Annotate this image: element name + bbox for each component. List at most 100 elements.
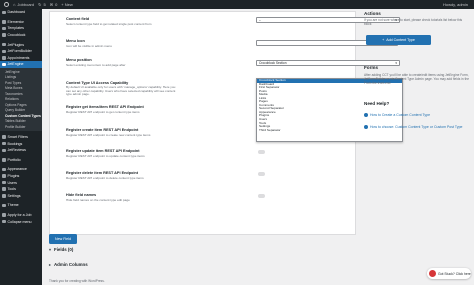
actions-text: If you are not sure where to start, plea… [364, 18, 463, 26]
update-endpoint-label: Register update item REST API Endpoint [66, 149, 140, 153]
create-endpoint-label: Register create item REST API Endpoint [66, 128, 139, 132]
templates-icon [2, 26, 6, 31]
menu-position-desc: Select existing menu item to add page af… [66, 63, 126, 67]
sidebar-item-theme[interactable]: Theme [0, 202, 42, 209]
comments-link[interactable]: ✉ 0 [50, 2, 58, 7]
collapse-icon [2, 219, 6, 224]
jetengine-icon [2, 62, 6, 67]
submenu-item-profile-builder[interactable]: Profile Builder [0, 124, 42, 130]
chat-icon [429, 270, 436, 277]
elementor-icon [2, 20, 6, 24]
forms-text: After adding CCT you'll be able to creat… [364, 73, 470, 85]
delete-endpoint-desc: Register REST API endpoint to delete con… [66, 176, 144, 180]
new-field-button[interactable]: New Field [49, 234, 77, 244]
updates-icon: ↻ [38, 2, 42, 7]
sidebar-item-crocoblock[interactable]: Crocoblock [0, 32, 42, 39]
updates-link[interactable]: ↻ 5 [38, 2, 46, 7]
crocoblock-icon [2, 33, 6, 37]
theme-icon [2, 203, 6, 208]
actions-title: Actions [364, 11, 381, 16]
sidebar-item-tools[interactable]: Tools [0, 186, 42, 193]
menu-position-label: Menu position [66, 58, 92, 62]
footer-text: Thank you for creating with WordPress. [49, 279, 105, 283]
sidebar-item-appearance[interactable]: Appearance [0, 166, 42, 173]
menu-position-value: Crocoblock Section [259, 60, 287, 65]
chevron-down-icon: ▾ [395, 60, 397, 65]
create-endpoint-desc: Register REST API endpoint to create new… [66, 133, 151, 137]
need-help-title: Need Help? [364, 101, 390, 106]
menu-position-select[interactable]: Crocoblock Section ▾ [256, 60, 400, 66]
forms-title: Forms [364, 65, 379, 70]
sidebar-item-templates[interactable]: Templates [0, 25, 42, 32]
apply-icon [2, 213, 6, 217]
users-icon [2, 180, 6, 185]
delete-endpoint-toggle[interactable] [258, 172, 265, 176]
filter-icon [2, 135, 6, 139]
content-type-settings-panel: Content field Select content type field … [49, 11, 403, 235]
content-field-label: Content field [66, 17, 90, 21]
wordpress-icon [4, 2, 9, 7]
menu-icon-desc: Icon will be visible in admin menu [66, 44, 112, 48]
jetplugins-icon [2, 42, 6, 47]
sidebar-item-portfolio[interactable]: Portfolio [0, 157, 42, 164]
plus-icon: + [382, 38, 385, 42]
sidebar-item-elementor[interactable]: Elementor [0, 19, 42, 26]
menu-icon-label: Menu Icon [66, 39, 85, 43]
sidebar-item-jetengine[interactable]: JetEngine [0, 61, 42, 68]
help-link-choose-cct-cpt[interactable]: How to choose: Custom Content Type or Cu… [364, 125, 472, 130]
home-icon: ⌂ [13, 2, 16, 7]
info-icon [364, 113, 368, 118]
sidebar-item-jetreviews[interactable]: JetReviews [0, 147, 42, 154]
hide-field-names-toggle[interactable] [258, 194, 265, 198]
admin-sidebar: Dashboard Elementor Templates Crocoblock… [0, 9, 42, 285]
plugin-icon [2, 174, 6, 178]
chevron-down-icon: ▾ [49, 247, 52, 252]
new-content-link[interactable]: + New [61, 2, 72, 7]
wordpress-logo[interactable] [4, 2, 9, 7]
add-content-type-button[interactable]: + Add Content Type [366, 35, 431, 45]
content-field-desc: Select content type field to get related… [66, 22, 152, 26]
sidebar-item-apply-for-job[interactable]: Apply for a Job [0, 212, 42, 219]
info-icon [364, 125, 368, 130]
brush-icon [2, 167, 6, 172]
sidebar-item-bookings[interactable]: Bookings [0, 140, 42, 147]
admin-columns-toggle[interactable]: ▸ Admin Columns [49, 262, 88, 267]
sidebar-item-dashboard[interactable]: Dashboard [0, 9, 42, 16]
portfolio-icon [2, 158, 6, 162]
access-capability-desc: By default UI available only for users w… [66, 85, 176, 97]
submenu-item-custom-content-types[interactable]: Custom Content Types [0, 113, 42, 119]
sidebar-item-jetformbuilder[interactable]: JetFormBuilder [0, 48, 42, 55]
settings-icon [2, 194, 6, 198]
jetengine-submenu: JetEngine Listings Post Types Meta Boxes… [0, 67, 42, 131]
wrench-icon [2, 187, 6, 191]
user-account-link[interactable]: Howdy, admin [443, 2, 468, 7]
comment-icon: ✉ [49, 2, 54, 7]
fields-section-title: Fields (0) [54, 247, 74, 252]
star-icon [2, 148, 6, 152]
sidebar-item-plugins[interactable]: Plugins [0, 173, 42, 180]
admin-bar: ⌂ Jobboard ↻ 5 ✉ 0 + New Howdy, admin [0, 0, 474, 9]
menu-position-dropdown: Crocoblock Section Dashboard First Separ… [256, 78, 403, 142]
admin-columns-title: Admin Columns [54, 262, 88, 267]
get-items-endpoint-desc: Register REST API endpoint to get conten… [66, 110, 140, 114]
hide-field-names-label: Hide field names [66, 193, 97, 197]
chevron-right-icon: ▸ [49, 262, 52, 267]
collapse-menu-button[interactable]: Collapse menu [0, 218, 42, 225]
dashboard-icon [2, 10, 6, 15]
select-placeholder: – [259, 18, 261, 22]
sidebar-item-settings[interactable]: Settings [0, 193, 42, 200]
site-name-link[interactable]: ⌂ Jobboard [13, 2, 34, 7]
update-endpoint-desc: Register REST API endpoint to update con… [66, 154, 145, 158]
sidebar-item-smart-filters[interactable]: Smart Filters [0, 134, 42, 141]
calendar-icon [2, 141, 6, 146]
chat-label: Got Stuck? Click here [438, 271, 471, 276]
sidebar-item-users[interactable]: Users [0, 179, 42, 186]
help-link-create-cct[interactable]: How to Create a Custom Content Type [364, 113, 472, 118]
sidebar-item-jetplugins[interactable]: JetPlugins [0, 41, 42, 48]
fields-section-toggle[interactable]: ▾ Fields (0) [49, 247, 73, 252]
hide-field-names-desc: Hide field names on the content type edi… [66, 198, 130, 202]
sidebar-item-appointments[interactable]: Appointments [0, 55, 42, 62]
help-chat-button[interactable]: Got Stuck? Click here [427, 268, 471, 279]
jetformbuilder-icon [2, 49, 6, 54]
update-endpoint-toggle[interactable] [258, 150, 265, 154]
